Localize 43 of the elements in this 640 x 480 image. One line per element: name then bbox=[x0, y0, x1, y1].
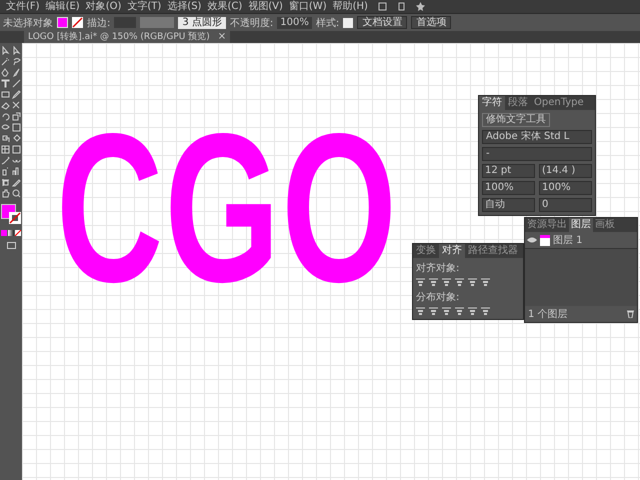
menu-item[interactable]: 对象(O) bbox=[86, 0, 122, 12]
panel-tab[interactable]: 段落 bbox=[505, 96, 531, 110]
selection-label: 未选择对象 bbox=[3, 16, 53, 30]
panel-tab[interactable]: 图层 bbox=[569, 218, 593, 232]
menu-item[interactable]: 效果(C) bbox=[207, 0, 242, 12]
menu-item[interactable]: 文件(F) bbox=[6, 0, 40, 12]
touch-type-button[interactable]: 修饰文字工具 bbox=[482, 113, 550, 127]
menu-item[interactable]: 视图(V) bbox=[248, 0, 283, 12]
tracking-field[interactable]: 0 bbox=[539, 198, 592, 212]
font-size-field[interactable]: 12 pt bbox=[482, 164, 535, 178]
menu-item[interactable]: 选择(S) bbox=[167, 0, 202, 12]
toolbar-button[interactable]: 文档设置 bbox=[357, 16, 408, 29]
opacity-field[interactable]: 100% bbox=[277, 16, 312, 28]
document-tab[interactable]: LOGO [转换].ai* @ 150% (RGB/GPU 预览) bbox=[24, 31, 214, 43]
panel-tab[interactable]: 对齐 bbox=[439, 244, 465, 258]
style-label: 样式: bbox=[316, 16, 340, 30]
menu-item[interactable]: 编辑(E) bbox=[46, 0, 80, 12]
leading-field[interactable]: (14.4 ) bbox=[539, 164, 592, 178]
toolbar-button[interactable]: 首选项 bbox=[411, 16, 452, 29]
stroke-label: 描边: bbox=[87, 16, 110, 30]
kerning-field[interactable]: 自动 bbox=[482, 198, 535, 212]
panel-tab[interactable]: 资源导出 bbox=[525, 218, 569, 232]
font-family-dropdown[interactable]: Adobe 宋体 Std L bbox=[482, 130, 592, 144]
vertical-scale-field[interactable]: 100% bbox=[482, 181, 535, 195]
layer-count: 1 个图层 bbox=[528, 308, 568, 321]
panel-tab[interactable]: 变换 bbox=[413, 244, 439, 258]
panel-tab[interactable]: 字符 bbox=[479, 96, 505, 110]
brush-dropdown[interactable]: 3 点圆形 bbox=[178, 16, 226, 28]
panel-tab[interactable]: 路径查找器 bbox=[465, 244, 521, 258]
menu-item[interactable]: 帮助(H) bbox=[332, 0, 368, 12]
section-label: 分布对象: bbox=[416, 290, 460, 304]
close-tab-button[interactable]: × bbox=[214, 31, 230, 43]
panel-tab[interactable]: OpenType bbox=[531, 96, 587, 110]
font-style-dropdown[interactable]: - bbox=[482, 147, 592, 161]
logo-text: CGO bbox=[56, 123, 398, 293]
layer-row[interactable]: 图层 1 bbox=[525, 232, 637, 249]
section-label: 对齐对象: bbox=[416, 262, 460, 275]
horizontal-scale-field[interactable]: 100% bbox=[539, 181, 592, 195]
opacity-label: 不透明度: bbox=[230, 16, 274, 30]
layer-name: 图层 1 bbox=[553, 234, 583, 247]
panel-tab[interactable]: 画板 bbox=[593, 218, 617, 232]
menu-item[interactable]: 文字(T) bbox=[127, 0, 162, 12]
menu-item[interactable]: 窗口(W) bbox=[288, 0, 327, 12]
